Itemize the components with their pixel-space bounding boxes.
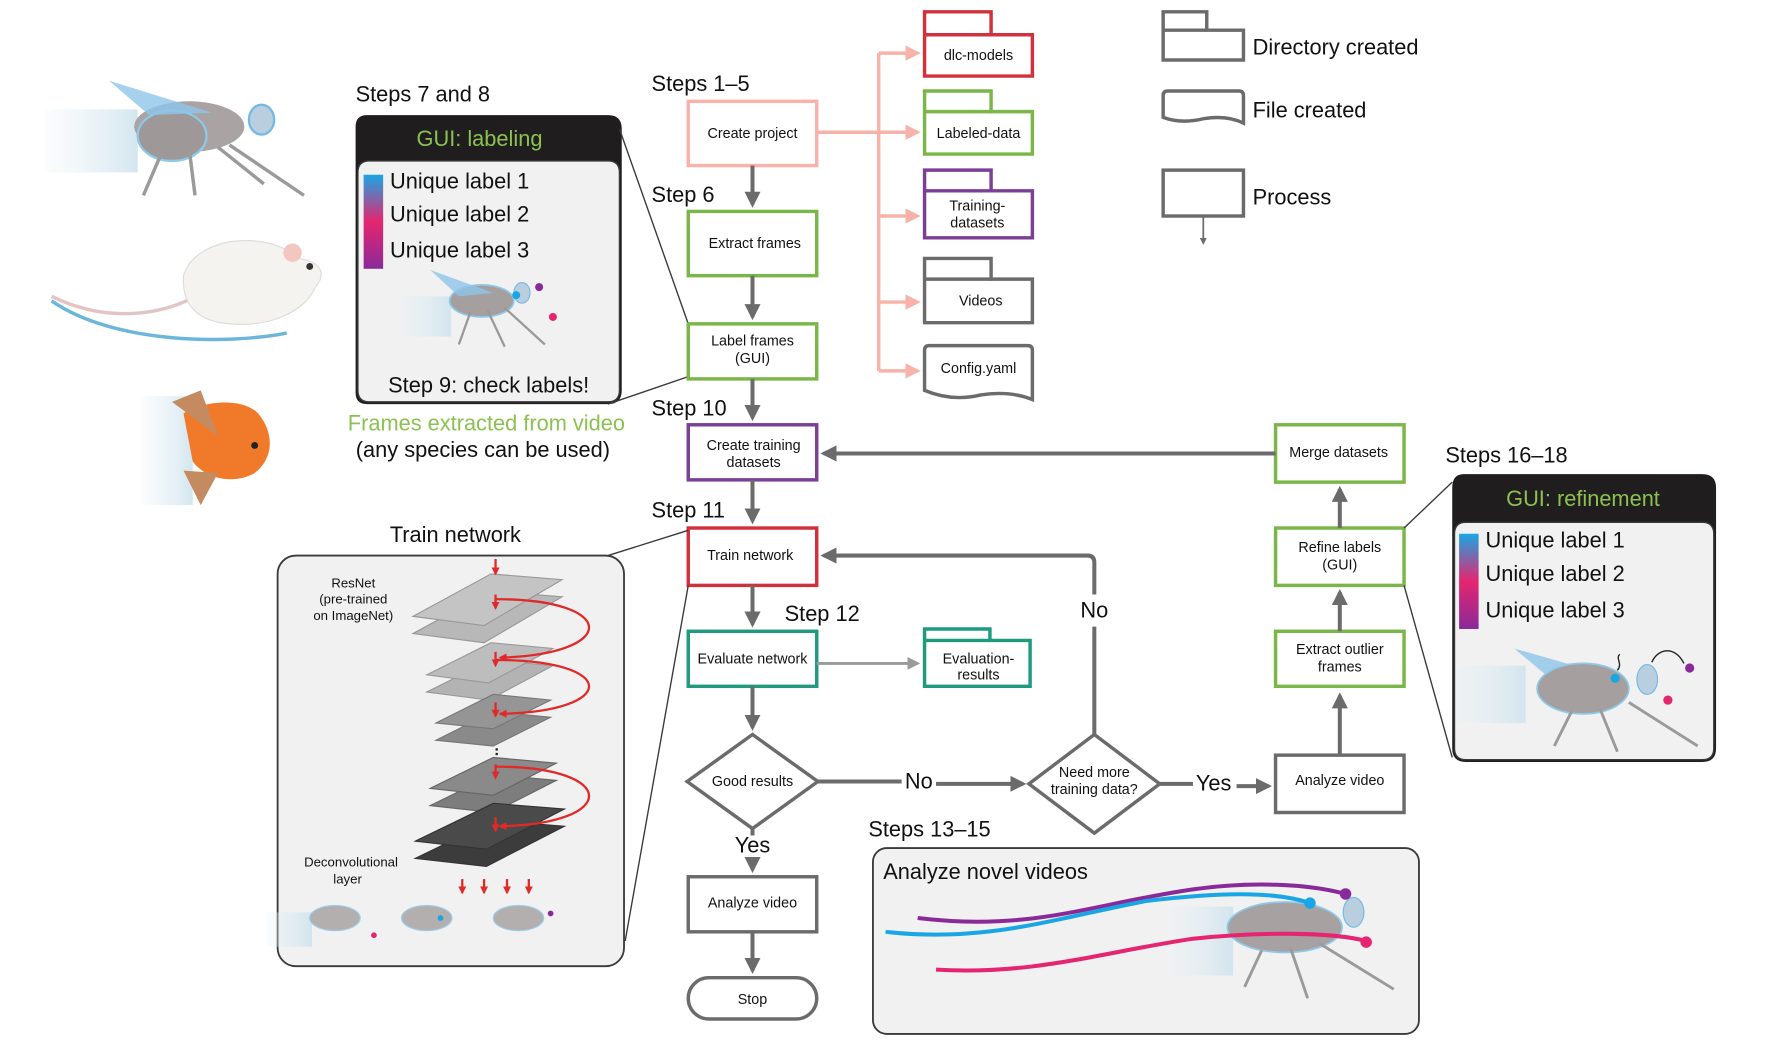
svg-text:Merge datasets: Merge datasets [1289,445,1388,461]
train-network-panel: ResNet (pre-trained on ImageNet) Deconvo… [266,554,625,968]
svg-text:Refine labels: Refine labels [1298,540,1381,556]
dir-training-datasets[interactable]: Training- datasets [922,168,1035,240]
process-refine-labels[interactable]: Refine labels (GUI) [1273,526,1406,588]
svg-text:Analyze video: Analyze video [708,896,797,912]
edge-label-no: No [1080,598,1108,623]
fly-illustration [45,80,305,197]
zoom-guide-line [607,529,689,557]
unique-label-2: Unique label 2 [1485,561,1624,586]
gui-labeling-title: GUI: labeling [417,126,543,151]
zoom-guide-line [1403,481,1453,529]
gui-labeling-panel: GUI: labeling Unique label 1 Unique labe… [355,115,622,405]
svg-text:dlc-models: dlc-models [944,48,1013,64]
svg-text:datasets: datasets [950,215,1004,231]
svg-text:Need more: Need more [1059,765,1130,781]
frames-caption: Frames extracted from video [348,411,625,436]
step-label-6: Step 6 [652,182,715,207]
svg-text:ResNet: ResNet [331,576,375,591]
dir-videos[interactable]: Videos [922,256,1035,325]
zoom-guide-line [624,585,689,942]
legend-process-label: Process [1253,185,1332,210]
svg-text:Evaluation-: Evaluation- [943,651,1015,667]
label-color-bar [1459,533,1479,629]
step-label-16-18: Steps 16–18 [1445,443,1567,468]
edge-label-yes: Yes [1196,771,1232,796]
check-labels-note: Step 9: check labels! [388,373,589,398]
process-analyze-video[interactable]: Analyze video [686,875,819,934]
train-network-panel-title: Train network [390,522,521,547]
step-label-13-15: Steps 13–15 [868,817,990,842]
svg-text:Good results: Good results [712,774,793,790]
edge-label-yes: Yes [735,833,771,858]
edge-label-no: No [905,768,933,793]
gui-refinement-panel: GUI: refinement Unique label 1 Unique la… [1452,474,1717,763]
svg-text:Analyze video: Analyze video [1295,773,1384,789]
process-evaluate-network[interactable]: Evaluate network [686,629,819,689]
svg-text:Extract outlier: Extract outlier [1296,642,1384,658]
svg-text:Training-: Training- [949,198,1005,214]
process-analyze-video-right[interactable]: Analyze video [1273,753,1406,815]
step-label-10: Step 10 [652,396,727,421]
species-caption: (any species can be used) [356,437,610,462]
process-create-project[interactable]: Create project [686,99,819,168]
unique-label-1: Unique label 1 [390,168,529,193]
decision-need-more-training-data[interactable]: Need more training data? [1026,732,1163,836]
svg-text:Labeled-data: Labeled-data [937,126,1021,142]
gui-refinement-title: GUI: refinement [1506,486,1660,511]
svg-text:Videos: Videos [959,293,1003,309]
svg-text:Deconvolutional: Deconvolutional [304,854,398,869]
svg-text:layer: layer [333,872,362,887]
legend-directory-label: Directory created [1253,34,1419,59]
step-label-11: Step 11 [652,498,725,523]
legend-process-icon [1161,168,1246,245]
deeplabcut-workflow-diagram: Steps 7 and 8 GUI: labeling Unique label… [45,10,1717,1035]
unique-label-3: Unique label 3 [390,237,529,262]
dir-dlc-models[interactable]: dlc-models [922,10,1035,78]
process-extract-frames[interactable]: Extract frames [686,209,819,278]
zoom-guide-line [1403,585,1453,758]
mouse-illustration [50,240,322,342]
svg-text:on ImageNet): on ImageNet) [313,608,393,623]
dir-labeled-data[interactable]: Labeled-data [922,89,1035,156]
svg-text:Create training: Create training [707,438,801,454]
svg-text:Extract frames: Extract frames [709,236,801,252]
svg-text:Label frames: Label frames [711,334,794,350]
label-color-bar [363,174,384,269]
svg-text:training data?: training data? [1051,782,1138,798]
svg-text:datasets: datasets [727,455,781,471]
process-label-frames[interactable]: Label frames (GUI) [686,322,819,381]
svg-text:frames: frames [1318,659,1362,675]
legend-directory-icon [1161,10,1246,62]
legend-file-label: File created [1253,97,1367,122]
unique-label-3: Unique label 3 [1485,598,1624,623]
file-config-yaml[interactable]: Config.yaml [922,343,1035,403]
unique-label-1: Unique label 1 [1485,528,1624,553]
analyze-novel-videos-panel: Analyze novel videos [872,847,1420,1035]
dir-evaluation-results[interactable]: Evaluation- results [922,627,1032,689]
svg-text:Train network: Train network [707,548,794,564]
step-label-12: Step 12 [785,601,860,626]
legend: Directory created File created Process [1161,10,1419,245]
terminal-stop[interactable]: Stop [686,975,819,1021]
analyze-panel-title: Analyze novel videos [883,859,1088,884]
process-merge-datasets[interactable]: Merge datasets [1273,423,1406,484]
step-label-7-8: Steps 7 and 8 [356,81,490,106]
unique-label-2: Unique label 2 [390,202,529,227]
decision-good-results[interactable]: Good results [684,732,821,831]
svg-text:(GUI): (GUI) [735,351,770,367]
svg-text:(pre-trained: (pre-trained [319,592,387,607]
svg-text:results: results [957,667,999,683]
svg-text:Evaluate network: Evaluate network [698,651,809,667]
process-train-network[interactable]: Train network [686,526,819,588]
svg-text:Stop: Stop [738,992,768,1008]
step-label-1-5: Steps 1–5 [652,71,750,96]
legend-file-icon [1161,89,1246,126]
zoom-guide-line [618,128,689,325]
process-create-training-datasets[interactable]: Create training datasets [686,423,819,482]
goldfish-illustration [141,390,270,506]
process-extract-outlier-frames[interactable]: Extract outlier frames [1273,629,1406,689]
svg-text:Config.yaml: Config.yaml [941,361,1017,377]
svg-text:(GUI): (GUI) [1322,557,1357,573]
svg-text:Create project: Create project [707,126,797,142]
